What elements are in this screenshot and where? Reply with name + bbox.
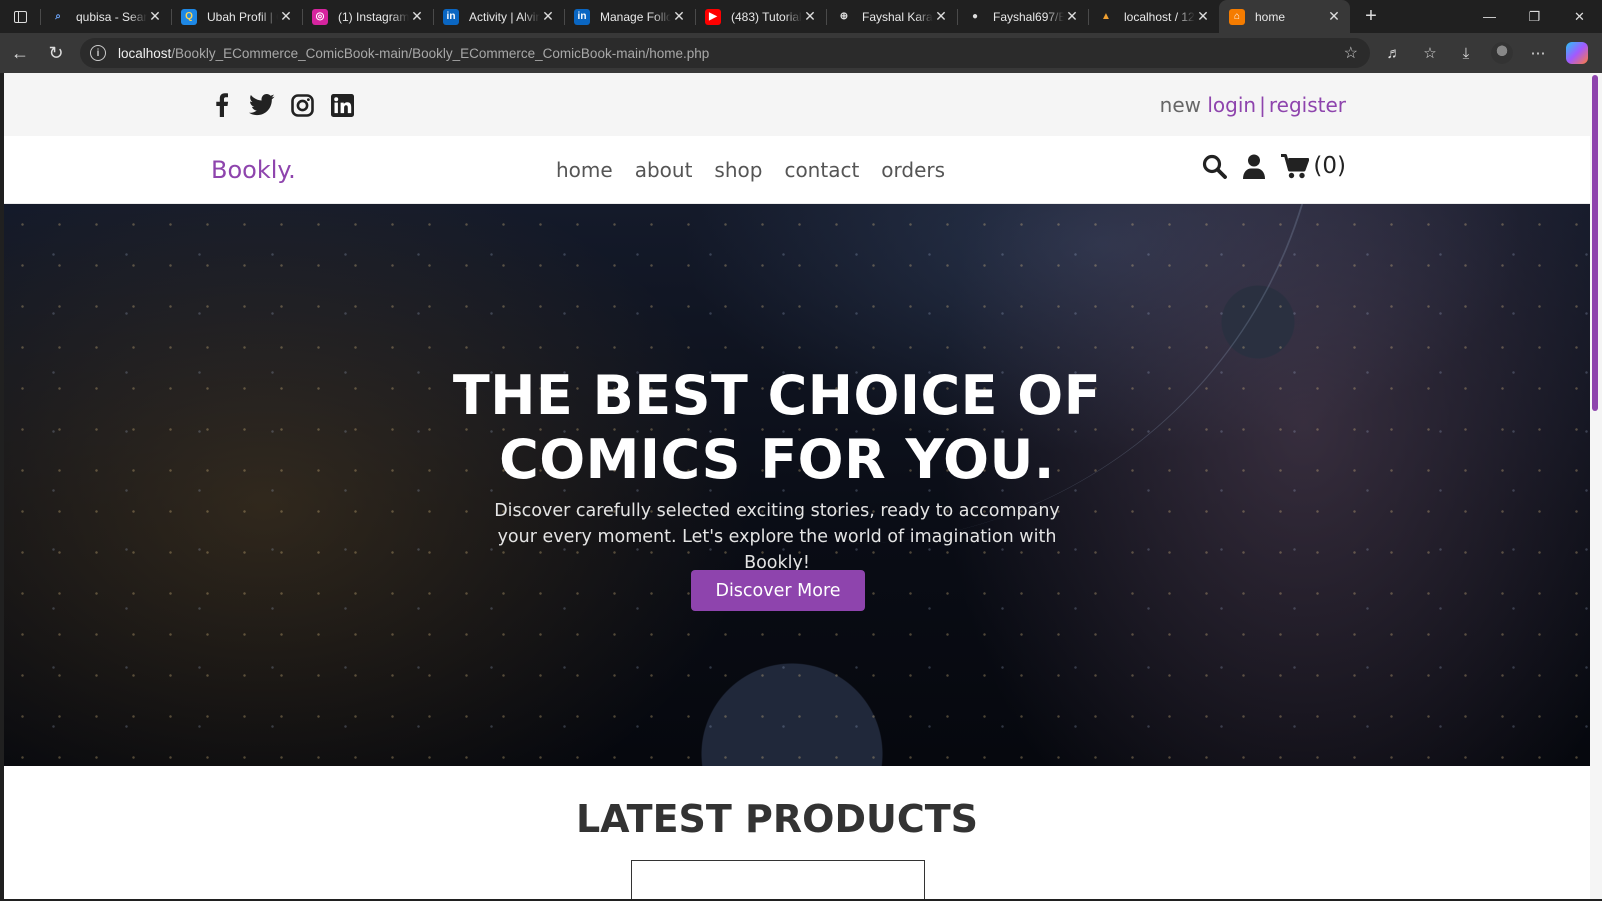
search-icon[interactable]: [1201, 153, 1227, 179]
tab-title: Activity | Alvin: [469, 9, 540, 24]
tab-close-icon[interactable]: ✕: [802, 8, 818, 25]
header-top-bar: new login | register: [4, 73, 1590, 136]
restore-icon[interactable]: ❐: [1512, 0, 1557, 33]
tab-close-icon[interactable]: ✕: [409, 8, 425, 25]
sidebar-icon: [13, 10, 27, 23]
window-controls: — ❐ ✕: [1467, 0, 1602, 33]
address-bar[interactable]: i localhost/Bookly_ECommerce_ComicBook-m…: [80, 38, 1370, 68]
browser-tab[interactable]: in Manage Followers✕: [564, 0, 695, 33]
login-link[interactable]: login: [1207, 93, 1256, 117]
back-icon[interactable]: ←: [2, 33, 38, 73]
site-info-icon[interactable]: i: [90, 45, 106, 61]
browser-tab[interactable]: Q Ubah Profil | Qubisa✕: [171, 0, 302, 33]
new-tab-button[interactable]: +: [1356, 5, 1386, 28]
favorites-icon[interactable]: ☆: [1412, 44, 1448, 62]
more-options-icon[interactable]: ⋯: [1520, 44, 1556, 62]
tab-close-icon[interactable]: ✕: [540, 8, 556, 25]
tab-close-icon[interactable]: ✕: [933, 8, 949, 25]
linkedin-icon[interactable]: [329, 92, 355, 118]
browser-tools: ♬ ☆ ⤓ ⋯: [1376, 33, 1602, 73]
profile-avatar[interactable]: [1491, 42, 1513, 64]
read-aloud-icon[interactable]: ♬: [1376, 45, 1412, 62]
url-text: localhost/Bookly_ECommerce_ComicBook-mai…: [118, 45, 710, 61]
tab-strip: ⌕qubisa - Search✕QUbah Profil | Qubisa✕◎…: [40, 0, 1350, 33]
reload-icon[interactable]: ↻: [38, 33, 74, 73]
nav-shop[interactable]: shop: [714, 158, 762, 182]
hero-subtitle: Discover carefully selected exciting sto…: [494, 501, 1060, 573]
nav-contact[interactable]: contact: [784, 158, 859, 182]
twitter-icon[interactable]: [249, 92, 275, 118]
tab-close-icon[interactable]: ✕: [671, 8, 687, 25]
tab-title: qubisa - Search: [76, 9, 147, 24]
browser-tab[interactable]: ◎ (1) Instagram ✕: [302, 0, 433, 33]
hero-title: THE BEST CHOICE OF COMICS FOR YOU.: [452, 364, 1102, 491]
tab-title: Manage Followers: [600, 9, 671, 24]
tab-favicon-icon: ▶: [705, 8, 721, 25]
site-logo[interactable]: Bookly.: [211, 156, 296, 184]
tab-favicon-icon: ⊕: [836, 8, 852, 25]
header-icons: (0): [1201, 153, 1346, 179]
tab-title: localhost / 127.0.0.1: [1124, 9, 1195, 24]
browser-tab[interactable]: ▶ (483) Tutorial ✕: [695, 0, 826, 33]
hero-content: THE BEST CHOICE OF COMICS FOR YOU. Discov…: [4, 204, 1590, 766]
tab-favicon-icon: ●: [967, 8, 983, 25]
tab-favicon-icon: ⌂: [1229, 8, 1245, 25]
downloads-icon[interactable]: ⤓: [1448, 45, 1484, 62]
facebook-icon[interactable]: [209, 92, 235, 118]
browser-tab-bar: ⌕qubisa - Search✕QUbah Profil | Qubisa✕◎…: [0, 0, 1602, 33]
instagram-icon[interactable]: [289, 92, 315, 118]
cart-icon: [1281, 153, 1310, 179]
minimize-icon[interactable]: —: [1467, 0, 1512, 33]
product-card[interactable]: [631, 860, 925, 899]
browser-tab[interactable]: ⌕ qubisa - Search✕: [40, 0, 171, 33]
page-scrollbar[interactable]: [1590, 73, 1602, 899]
browser-tab[interactable]: ⌂ home ✕: [1219, 0, 1350, 33]
cart-count: (0): [1313, 153, 1346, 179]
tab-favicon-icon: ◎: [312, 8, 328, 25]
auth-prefix: new: [1159, 93, 1202, 117]
nav-home[interactable]: home: [556, 158, 613, 182]
tab-close-icon[interactable]: ✕: [147, 8, 163, 25]
register-link[interactable]: register: [1269, 93, 1346, 117]
latest-products-title: LATEST PRODUCTS: [575, 797, 979, 841]
nav-about[interactable]: about: [635, 158, 693, 182]
tab-title: Ubah Profil | Qubisa: [207, 9, 278, 24]
social-links: [209, 92, 355, 118]
tab-title: (483) Tutorial: [731, 9, 802, 24]
browser-tab[interactable]: ▲ localhost / 127.0.0.1✕: [1088, 0, 1219, 33]
browser-tab[interactable]: in Activity | Alvin ✕: [433, 0, 564, 33]
scrollbar-thumb[interactable]: [1592, 75, 1598, 411]
tab-title: home: [1255, 9, 1286, 24]
tab-title: Fayshal Karan: [862, 9, 933, 24]
tab-title: (1) Instagram: [338, 9, 409, 24]
tab-actions-button[interactable]: [0, 0, 40, 33]
main-navbar: Bookly. home about shop contact orders (…: [4, 136, 1590, 204]
tab-close-icon[interactable]: ✕: [278, 8, 294, 25]
copilot-icon[interactable]: [1566, 42, 1588, 64]
close-window-icon[interactable]: ✕: [1557, 0, 1602, 33]
tab-favicon-icon: Q: [181, 8, 197, 25]
auth-links: new login | register: [1160, 93, 1346, 117]
tab-close-icon[interactable]: ✕: [1064, 8, 1080, 25]
tab-favicon-icon: in: [443, 8, 459, 25]
cart-button[interactable]: (0): [1281, 153, 1346, 179]
page-viewport: new login | register Bookly. home about sh…: [4, 73, 1590, 899]
tab-favicon-icon: ⌕: [50, 8, 66, 25]
user-icon[interactable]: [1241, 153, 1267, 179]
favorite-star-icon[interactable]: ☆: [1344, 43, 1358, 63]
browser-tab[interactable]: ● Fayshal697/Bookly✕: [957, 0, 1088, 33]
tab-close-icon[interactable]: ✕: [1326, 8, 1342, 25]
nav-menu: home about shop contact orders: [556, 158, 945, 182]
tab-favicon-icon: in: [574, 8, 590, 25]
tab-close-icon[interactable]: ✕: [1195, 8, 1211, 25]
tab-title: Fayshal697/Bookly: [993, 9, 1064, 24]
nav-orders[interactable]: orders: [881, 158, 945, 182]
hero-banner: THE BEST CHOICE OF COMICS FOR YOU. Discov…: [4, 204, 1590, 766]
browser-tab[interactable]: ⊕ Fayshal Karan ✕: [826, 0, 957, 33]
discover-more-button[interactable]: Discover More: [691, 570, 865, 611]
auth-separator: |: [1259, 93, 1266, 117]
browser-toolbar: ← ↻ i localhost/Bookly_ECommerce_ComicBo…: [0, 33, 1602, 73]
tab-favicon-icon: ▲: [1098, 8, 1114, 25]
